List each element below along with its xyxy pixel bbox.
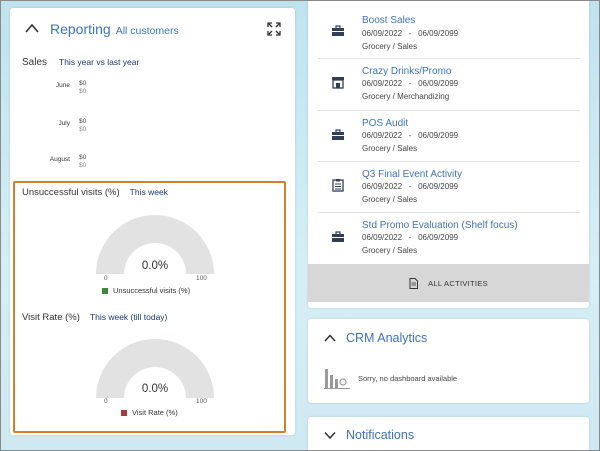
sales-period: This year vs last year [59,57,140,67]
store-icon [332,77,344,89]
activity-item[interactable]: Boost Sales 06/09/2022 - 06/09/2099 Groc… [318,12,580,62]
legend-swatch [102,287,108,294]
all-activities-button[interactable]: ALL ACTIVITIES [308,264,589,302]
legend-label: Visit Rate (%) [132,408,178,417]
activities-card: Boost Sales 06/09/2022 - 06/09/2099 Groc… [308,0,589,308]
sales-label: Sales [22,57,48,68]
crm-analytics-header[interactable]: CRM Analytics [324,331,427,345]
divider [318,161,580,162]
activity-dates: 06/09/2022 - 06/09/2099 [362,29,459,38]
crm-empty-state: Sorry, no dashboard available [324,367,457,389]
activity-dates: 06/09/2022 - 06/09/2099 [362,233,459,242]
clipboard-icon [332,179,344,192]
briefcase-icon [332,25,344,36]
notifications-header[interactable]: Notifications [324,428,414,442]
divider [318,212,580,213]
sales-row: Sales This year vs last year [22,57,139,68]
briefcase-icon [332,231,344,242]
unsuccessful-visits-header: Unsuccessful visits (%) This week [22,187,168,198]
activity-item[interactable]: Std Promo Evaluation (Shelf focus) 06/09… [318,218,580,264]
chevron-up-icon[interactable] [24,22,40,34]
visit-rate-period: This week (till today) [89,312,168,322]
month-current: $0 [79,118,87,125]
month-current: $0 [79,80,87,87]
notifications-card: Notifications [308,417,589,451]
month-previous: $0 [79,126,87,133]
month-previous: $0 [79,162,87,169]
activity-title[interactable]: Boost Sales [362,15,415,26]
activity-dates: 06/09/2022 - 06/09/2099 [362,182,459,191]
activity-category: Grocery / Merchandizing [362,92,450,101]
visit-rate-legend: Visit Rate (%) [121,408,178,417]
month-values: $0 $0 [79,118,86,134]
month-label: July [58,120,70,127]
gauge-max-label: 100 [196,275,207,282]
month-values: $0 $0 [79,80,86,96]
chevron-up-icon[interactable] [324,334,336,342]
document-icon [409,277,419,289]
unsuccessful-visits-period: This week [129,187,168,197]
reporting-header[interactable]: Reporting All customers [24,21,179,37]
legend-swatch [121,409,127,416]
month-current: $0 [79,154,87,161]
crm-analytics-title: CRM Analytics [346,331,428,345]
activity-title[interactable]: Std Promo Evaluation (Shelf focus) [362,220,518,231]
expand-icon[interactable] [267,22,281,36]
month-label: August [49,156,70,163]
all-activities-label: ALL ACTIVITIES [428,278,488,288]
month-label: June [55,82,70,89]
notifications-title: Notifications [346,428,415,442]
crm-empty-message: Sorry, no dashboard available [358,373,458,383]
activity-item[interactable]: Crazy Drinks/Promo 06/09/2022 - 06/09/20… [318,64,580,114]
month-values: $0 $0 [79,154,86,170]
unsuccessful-visits-title: Unsuccessful visits (%) [22,187,120,198]
visit-rate-header: Visit Rate (%) This week (till today) [22,312,167,323]
reporting-subtitle: All customers [115,25,179,37]
legend-label: Unsuccessful visits (%) [113,286,191,295]
unsuccessful-visits-value: 0.0% [141,260,169,272]
activity-category: Grocery / Sales [362,144,418,153]
divider [318,110,580,111]
visit-rate-title: Visit Rate (%) [22,312,80,323]
gauge-min-label: 0 [104,398,108,405]
reporting-title: Reporting [50,21,111,37]
unsuccessful-visits-legend: Unsuccessful visits (%) [102,286,190,295]
activity-item[interactable]: Q3 Final Event Activity 06/09/2022 - 06/… [318,167,580,217]
month-previous: $0 [79,88,87,95]
divider [318,58,580,59]
chevron-down-icon[interactable] [324,431,336,439]
activity-title[interactable]: POS Audit [362,118,408,129]
crm-analytics-card: CRM Analytics Sorry, no dashboard availa… [308,319,589,403]
gauge-max-label: 100 [196,398,207,405]
activity-category: Grocery / Sales [362,195,418,204]
briefcase-icon [332,129,344,140]
activity-title[interactable]: Q3 Final Event Activity [362,169,462,180]
gauge-min-label: 0 [104,275,108,282]
activity-category: Grocery / Sales [362,42,418,51]
activity-category: Grocery / Sales [362,246,418,255]
activity-dates: 06/09/2022 - 06/09/2099 [362,79,459,88]
activity-title[interactable]: Crazy Drinks/Promo [362,66,451,77]
visit-rate-value: 0.0% [141,383,169,395]
activity-item[interactable]: POS Audit 06/09/2022 - 06/09/2099 Grocer… [318,116,580,166]
activity-dates: 06/09/2022 - 06/09/2099 [362,131,459,140]
bar-chart-icon [324,369,350,389]
